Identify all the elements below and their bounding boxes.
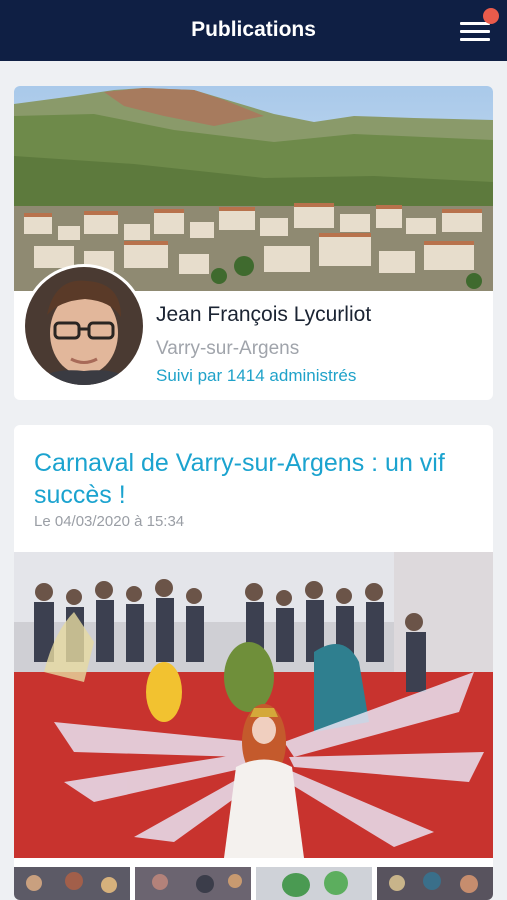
profile-name[interactable]: Jean François Lycurliot xyxy=(156,303,371,327)
avatar[interactable] xyxy=(22,264,146,388)
thumbnail-image[interactable] xyxy=(377,867,493,900)
thumbnail-image[interactable] xyxy=(256,867,372,900)
publication-card[interactable]: Carnaval de Varry-sur-Argens : un vif su… xyxy=(14,425,493,900)
profile-city: Varry-sur-Argens xyxy=(156,338,300,359)
village-cover-photo xyxy=(14,86,493,291)
profile-card[interactable]: Jean François Lycurliot Varry-sur-Argens… xyxy=(14,86,493,400)
thumbnail-image[interactable] xyxy=(14,867,130,900)
top-app-bar: Publications xyxy=(0,0,507,61)
photo-thumbnails xyxy=(14,867,493,900)
notification-dot xyxy=(483,8,499,24)
menu-button[interactable] xyxy=(457,8,499,46)
followers-count[interactable]: Suivi par 1414 administrés xyxy=(156,366,356,386)
page-title: Publications xyxy=(191,18,316,41)
publication-date: Le 04/03/2020 à 15:34 xyxy=(34,513,185,530)
thumbnail-image[interactable] xyxy=(135,867,251,900)
profile-photo xyxy=(25,267,143,385)
carnival-photo[interactable] xyxy=(14,552,493,858)
publication-title[interactable]: Carnaval de Varry-sur-Argens : un vif su… xyxy=(34,447,464,511)
